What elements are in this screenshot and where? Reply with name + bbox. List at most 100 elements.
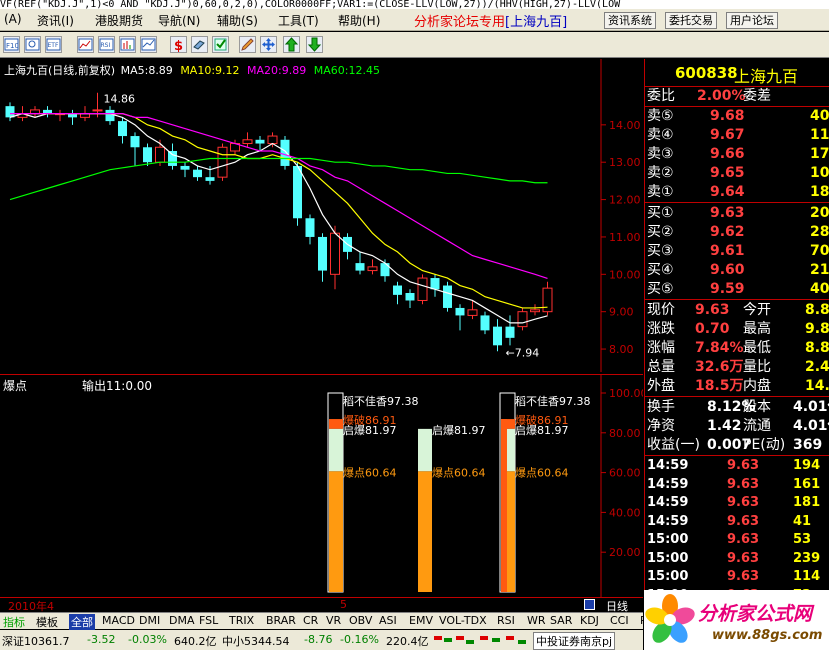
- tab-wr[interactable]: WR: [527, 614, 546, 627]
- kline-chart[interactable]: 上海九百(日线,前复权) MA5:8.89 MA10:9.12 MA20:9.8…: [0, 59, 643, 372]
- tick-row[interactable]: 14:59 9.63 181: [645, 494, 829, 512]
- rsi-icon[interactable]: RSI: [98, 36, 115, 53]
- dollar-icon[interactable]: $: [170, 36, 187, 53]
- candle-body-down: [205, 177, 215, 181]
- arrow-down-icon[interactable]: [306, 36, 323, 53]
- sell-level-row: 卖⑤ 9.68 40: [645, 107, 829, 125]
- tab-cci[interactable]: CCI: [610, 614, 629, 627]
- candle-body-up: [155, 146, 165, 163]
- menu-item-help[interactable]: 帮助(H): [338, 12, 380, 29]
- tab-kdj[interactable]: KDJ: [580, 614, 599, 627]
- label-point: 爆点60.64: [432, 465, 486, 479]
- stat-row: 涨跌 0.70 最高 9.8: [645, 320, 829, 338]
- tab-brar[interactable]: BRAR: [266, 614, 296, 627]
- sell-level-row: 卖② 9.65 108: [645, 164, 829, 182]
- scroll-left-button[interactable]: [584, 599, 595, 610]
- tick-volume: 194: [793, 458, 821, 473]
- screener-icon[interactable]: [24, 36, 41, 53]
- tab-trix[interactable]: TRIX: [229, 614, 254, 627]
- buy-level-volume: 20: [810, 205, 829, 221]
- link-icon[interactable]: [191, 36, 208, 53]
- stat-label: 现价: [647, 302, 675, 318]
- candle-body-up: [330, 232, 340, 275]
- candle-body-down: [193, 169, 202, 178]
- tick-row[interactable]: 15:00 9.63 239: [645, 550, 829, 568]
- tick-price: 9.63: [727, 569, 760, 584]
- weibi-value: 2.00%: [697, 88, 746, 104]
- y-tick-label: 20.00: [609, 546, 641, 559]
- tab-obv[interactable]: OBV: [349, 614, 372, 627]
- vol-icon[interactable]: [140, 36, 157, 53]
- sell-level-price: 9.64: [710, 184, 745, 200]
- buy-level-price: 9.61: [710, 243, 745, 259]
- broker-label[interactable]: 中投证券南京pj: [533, 632, 616, 650]
- tab-sar[interactable]: SAR: [550, 614, 572, 627]
- toolbar: F10 ETF RSI $: [0, 32, 829, 58]
- candle-body-down: [255, 139, 265, 144]
- tab-dmi[interactable]: DMI: [139, 614, 160, 627]
- pen-icon[interactable]: [239, 36, 256, 53]
- candle-body-up: [517, 311, 528, 328]
- etf-icon[interactable]: ETF: [45, 36, 62, 53]
- candle-body-down: [180, 165, 190, 170]
- tab-emv[interactable]: EMV: [409, 614, 433, 627]
- tab-模板[interactable]: 模板: [36, 614, 58, 630]
- tick-volume: 239: [793, 550, 821, 566]
- candle-body-up: [92, 109, 103, 112]
- tab-macd[interactable]: MACD: [102, 614, 135, 627]
- news-system-button[interactable]: 资讯系统: [604, 12, 656, 29]
- y-tick-label: 14.00: [609, 119, 641, 132]
- f10-icon[interactable]: F10: [3, 36, 20, 53]
- logo-url: www.88gs.com: [712, 628, 823, 643]
- menu-item-assist[interactable]: 辅助(S): [217, 12, 258, 29]
- tick-price: 9.63: [727, 532, 760, 547]
- tab-fsl[interactable]: FSL: [199, 614, 218, 627]
- stat-row: 涨幅 7.84% 最低 8.8: [645, 339, 829, 357]
- tab-vol-tdx[interactable]: VOL-TDX: [439, 614, 487, 627]
- tab-vr[interactable]: VR: [326, 614, 341, 627]
- menu-item-hk-futures[interactable]: 港股期货: [95, 12, 143, 29]
- tick-price: 9.63: [727, 550, 760, 566]
- indicator-chart[interactable]: 爆点 输出11:0.00 100.0080.0060.0040.0020.00稻…: [0, 374, 643, 598]
- tab-rsi[interactable]: RSI: [497, 614, 515, 627]
- forum-link[interactable]: 分析家论坛专用[上海九百]: [414, 11, 567, 30]
- stat-label: 外盘: [647, 378, 675, 394]
- tick-volume: 114: [793, 569, 821, 584]
- forum-label: 分析家论坛专用: [414, 15, 506, 30]
- y-tick-label: 9.00: [609, 306, 634, 319]
- stat-label-2: 最低: [743, 340, 771, 356]
- tab-dma[interactable]: DMA: [169, 614, 195, 627]
- kline-icon[interactable]: [77, 36, 94, 53]
- candle-body-up: [542, 287, 553, 313]
- tab-asi[interactable]: ASI: [379, 614, 397, 627]
- stat2-label: 收益(一): [647, 437, 700, 453]
- menu-item-tools[interactable]: 工具(T): [278, 12, 319, 29]
- weibi-row: 委比 2.00% 委差: [645, 87, 829, 105]
- tab-指标[interactable]: 指标: [3, 614, 25, 630]
- stat-value-2: 9.8: [805, 321, 829, 337]
- tick-row[interactable]: 14:59 9.63 161: [645, 476, 829, 494]
- sz-index: 深证10361.7: [2, 635, 70, 648]
- candle-body-down: [105, 109, 115, 122]
- tick-price: 9.63: [727, 495, 760, 510]
- tab-全部[interactable]: 全部: [69, 614, 95, 630]
- menu-item-news[interactable]: 资讯(I): [37, 12, 74, 29]
- tab-cr[interactable]: CR: [303, 614, 318, 627]
- tick-row[interactable]: 14:59 9.63 41: [645, 513, 829, 531]
- tick-row[interactable]: 15:00 9.63 53: [645, 531, 829, 549]
- menu-item-navigate[interactable]: 导航(N): [158, 12, 200, 29]
- buy-level-row: 买⑤ 9.59 40: [645, 280, 829, 298]
- move-icon[interactable]: [260, 36, 277, 53]
- tick-row[interactable]: 14:59 9.63 194: [645, 457, 829, 475]
- trade-order-button[interactable]: 委托交易: [665, 12, 717, 29]
- buy-level-label: 买④: [647, 262, 674, 278]
- stat2-value-2: 4.01亿: [793, 399, 829, 415]
- arrow-up-icon[interactable]: [283, 36, 300, 53]
- user-forum-button[interactable]: 用户论坛: [726, 12, 778, 29]
- menu-item-a[interactable]: (A): [4, 12, 22, 26]
- check-icon[interactable]: [212, 36, 229, 53]
- stock-code: 600838: [675, 64, 738, 82]
- macd-icon[interactable]: [119, 36, 136, 53]
- weibi-label: 委比: [647, 88, 675, 104]
- tick-row[interactable]: 15:00 9.63 114: [645, 568, 829, 586]
